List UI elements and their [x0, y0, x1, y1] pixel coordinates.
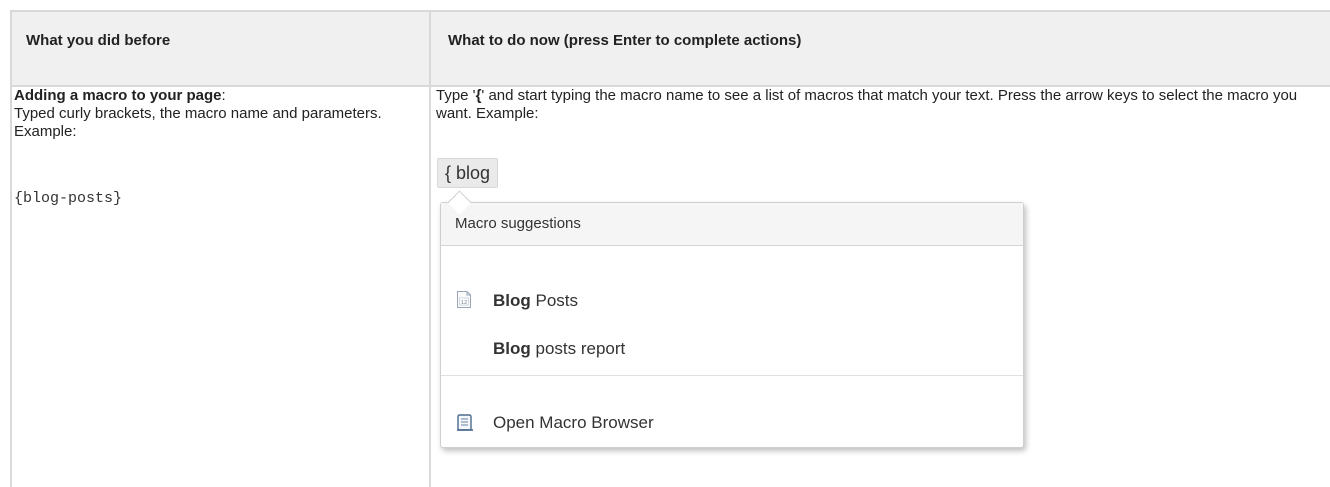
before-cell: Adding a macro to your page: Typed curly…	[14, 87, 404, 141]
before-text: Typed curly brackets, the macro name and…	[14, 105, 382, 140]
suggestion-rest: Posts	[530, 291, 579, 310]
suggestion-bold: Blog	[493, 339, 531, 358]
now-cell: Type '{' and start typing the macro name…	[436, 87, 1316, 123]
column-divider	[429, 12, 431, 487]
open-macro-browser[interactable]: Open Macro Browser	[441, 403, 1023, 443]
header-now: What to do now (press Enter to complete …	[448, 32, 802, 49]
suggestion-blog-posts-report[interactable]: Blog posts report	[441, 329, 1023, 369]
before-example: {blog-posts}	[14, 190, 123, 207]
suggestion-bold: Blog	[493, 291, 531, 310]
table-header: What you did before What to do now (pres…	[12, 12, 1330, 87]
now-text-pre: Type '	[436, 87, 476, 104]
suggestion-blog-posts[interactable]: 12 Blog Posts	[441, 281, 1023, 321]
popup-separator	[441, 375, 1023, 376]
before-colon: :	[221, 87, 226, 104]
typed-example: { blog	[437, 158, 499, 188]
calendar-icon: 12	[457, 291, 471, 308]
popup-title: Macro suggestions	[441, 203, 1023, 246]
now-text-post: ' and start typing the macro name to see…	[436, 87, 1298, 122]
before-title: Adding a macro to your page	[14, 87, 222, 104]
macro-suggestions-popup: Macro suggestions 12 Blog Posts Blog pos…	[440, 202, 1024, 448]
svg-text:12: 12	[461, 300, 467, 306]
header-before: What you did before	[26, 32, 171, 49]
scroll-icon	[457, 414, 473, 431]
open-macro-browser-label: Open Macro Browser	[493, 413, 654, 432]
suggestion-rest: posts report	[530, 339, 626, 358]
